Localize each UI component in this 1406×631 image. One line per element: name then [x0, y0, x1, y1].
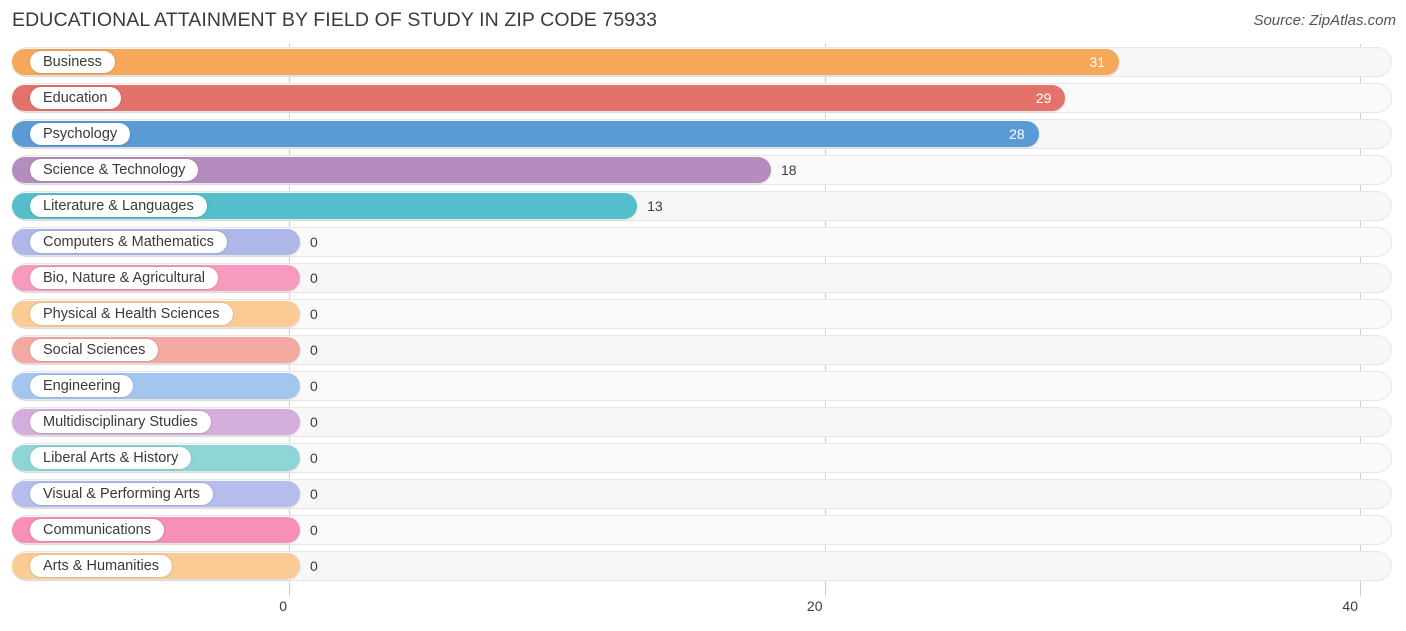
category-label[interactable]: Education — [30, 87, 121, 109]
bar-value: 0 — [310, 450, 318, 466]
bar-value: 0 — [310, 306, 318, 322]
category-label[interactable]: Physical & Health Sciences — [30, 303, 233, 325]
bar-2[interactable]: 29 — [12, 85, 1066, 111]
category-label[interactable]: Literature & Languages — [30, 195, 207, 217]
bar-value: 28 — [1009, 126, 1025, 142]
x-axis-tick-0: 0 — [279, 598, 287, 614]
bar-rows: 31 Business 29 Education 28 Psychology 18 Scien… — [0, 44, 1406, 584]
bar-value: 13 — [647, 198, 663, 214]
bar-value: 0 — [310, 414, 318, 430]
category-label[interactable]: Communications — [30, 519, 164, 541]
bar-value: 0 — [310, 378, 318, 394]
category-label[interactable]: Psychology — [30, 123, 131, 145]
bar-1[interactable]: 31 — [12, 49, 1120, 75]
bar-value: 0 — [310, 486, 318, 502]
chart-header: EDUCATIONAL ATTAINMENT BY FIELD OF STUDY… — [0, 0, 1406, 44]
category-label[interactable]: Computers & Mathematics — [30, 231, 227, 253]
category-label[interactable]: Liberal Arts & History — [30, 447, 192, 469]
category-label[interactable]: Arts & Humanities — [30, 555, 173, 577]
plot-area: 31 Business 29 Education 28 Psychology 18 Scien… — [0, 44, 1406, 596]
bar-row: 0 Bio, Nature & Agricultural — [0, 260, 1406, 296]
bar-row: 18 Science & Technology — [0, 152, 1406, 188]
bar-value: 0 — [310, 522, 318, 538]
bar-value: 0 — [310, 234, 318, 250]
bar-row: 13 Literature & Languages — [0, 188, 1406, 224]
bar-row: 0 Liberal Arts & History — [0, 440, 1406, 476]
category-label[interactable]: Engineering — [30, 375, 134, 397]
page-title: EDUCATIONAL ATTAINMENT BY FIELD OF STUDY… — [12, 9, 658, 31]
bar-row: 0 Physical & Health Sciences — [0, 296, 1406, 332]
bar-row: 29 Education — [0, 80, 1406, 116]
bar-row: 0 Visual & Performing Arts — [0, 476, 1406, 512]
category-label[interactable]: Science & Technology — [30, 159, 199, 181]
category-label[interactable]: Visual & Performing Arts — [30, 483, 213, 505]
chart-page: EDUCATIONAL ATTAINMENT BY FIELD OF STUDY… — [0, 0, 1406, 631]
category-label[interactable]: Bio, Nature & Agricultural — [30, 267, 218, 289]
category-label[interactable]: Social Sciences — [30, 339, 159, 361]
bar-value: 31 — [1089, 54, 1106, 70]
bar-row: 0 Communications — [0, 512, 1406, 548]
bar-value: 18 — [780, 162, 797, 178]
bar-row: 0 Arts & Humanities — [0, 548, 1406, 584]
bar-row: 0 Computers & Mathematics — [0, 224, 1406, 260]
bar-row: 31 Business — [0, 44, 1406, 80]
bar-row: 28 Psychology — [0, 116, 1406, 152]
bar-value: 29 — [1035, 90, 1052, 106]
bar-value: 0 — [310, 558, 318, 574]
bar-row: 0 Engineering — [0, 368, 1406, 404]
category-label[interactable]: Multidisciplinary Studies — [30, 411, 211, 433]
bar-row: 0 Social Sciences — [0, 332, 1406, 368]
x-axis-tick-20: 20 — [806, 598, 823, 614]
x-axis-tick-40: 40 — [1342, 598, 1358, 614]
bar-row: 0 Multidisciplinary Studies — [0, 404, 1406, 440]
x-axis: 0 20 40 — [0, 596, 1406, 631]
bar-value: 0 — [310, 342, 318, 358]
source-attribution: Source: ZipAtlas.com — [1253, 12, 1396, 29]
bar-3[interactable]: 28 — [12, 121, 1039, 147]
bar-value: 0 — [310, 270, 318, 286]
category-label[interactable]: Business — [30, 51, 115, 73]
